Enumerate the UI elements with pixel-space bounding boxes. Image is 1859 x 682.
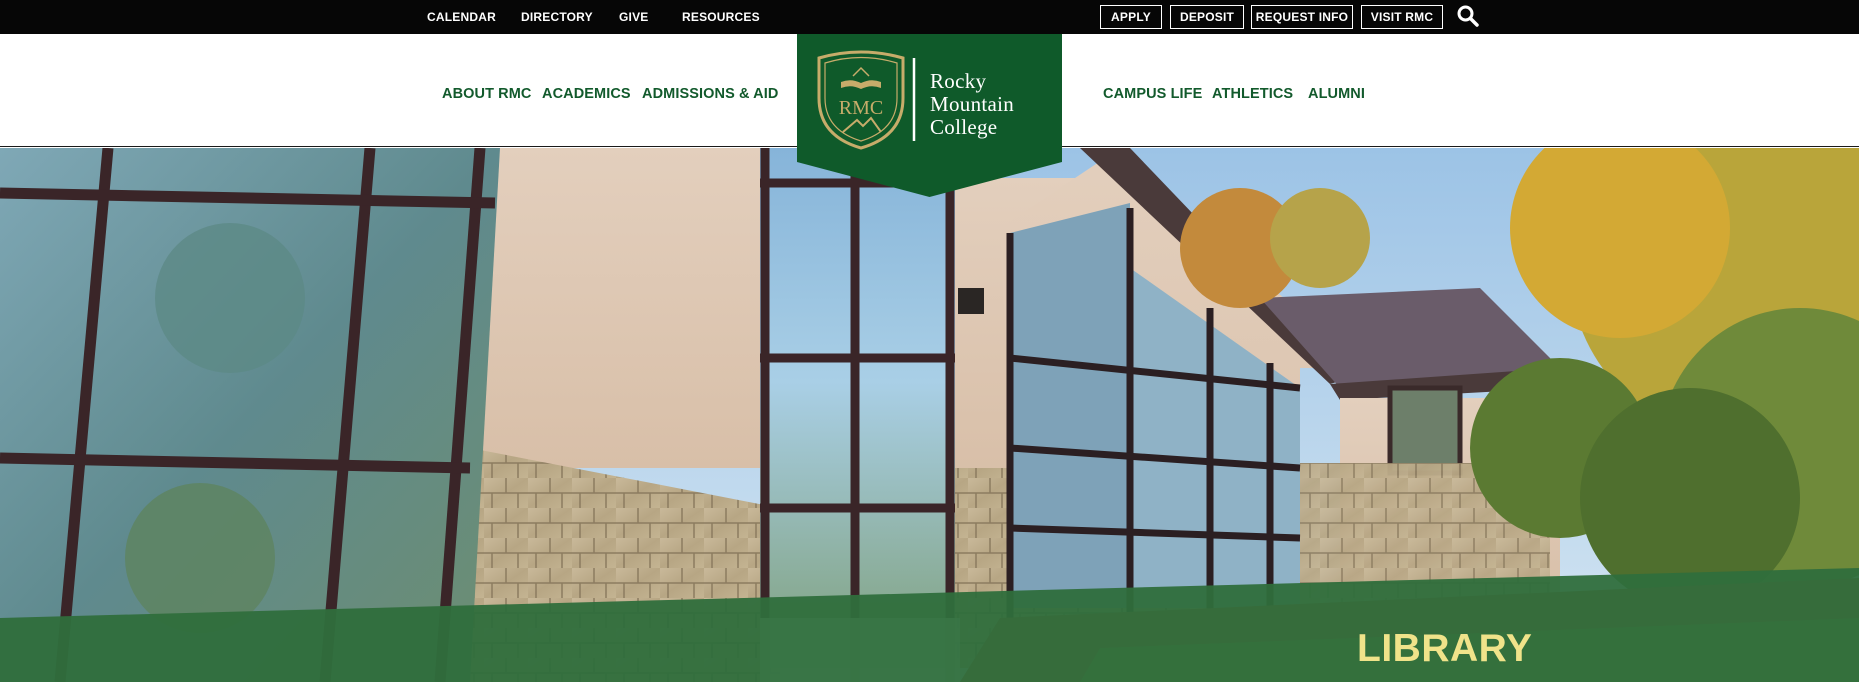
give-link[interactable]: GIVE bbox=[619, 10, 648, 24]
resources-link[interactable]: RESOURCES bbox=[682, 10, 760, 24]
logo-wordmark-line3: College bbox=[930, 115, 998, 139]
deposit-button[interactable]: DEPOSIT bbox=[1170, 5, 1244, 29]
nav-alumni[interactable]: ALUMNI bbox=[1308, 86, 1365, 102]
nav-athletics[interactable]: ATHLETICS bbox=[1212, 86, 1293, 102]
nav-admissions-aid[interactable]: ADMISSIONS & AID bbox=[642, 86, 778, 102]
directory-link[interactable]: DIRECTORY bbox=[521, 10, 593, 24]
calendar-link[interactable]: CALENDAR bbox=[427, 10, 496, 24]
nav-academics[interactable]: ACADEMICS bbox=[542, 86, 631, 102]
search-icon[interactable] bbox=[1456, 4, 1480, 28]
visit-rmc-button[interactable]: VISIT RMC bbox=[1361, 5, 1443, 29]
logo-wordmark-line1: Rocky bbox=[930, 69, 987, 93]
page-title: LIBRARY bbox=[1357, 627, 1533, 670]
college-logo[interactable]: RMC Rocky Mountain College bbox=[797, 34, 1062, 197]
nav-about-rmc[interactable]: ABOUT RMC bbox=[442, 86, 532, 102]
svg-text:RMC: RMC bbox=[839, 97, 883, 119]
hero-banner bbox=[0, 148, 1859, 682]
utility-bar: CALENDAR DIRECTORY GIVE RESOURCES APPLY … bbox=[0, 0, 1859, 34]
nav-campus-life[interactable]: CAMPUS LIFE bbox=[1103, 86, 1202, 102]
apply-button[interactable]: APPLY bbox=[1100, 5, 1162, 29]
request-info-button[interactable]: REQUEST INFO bbox=[1251, 5, 1353, 29]
library-building-photo bbox=[0, 148, 1859, 682]
logo-wordmark-line2: Mountain bbox=[930, 92, 1015, 116]
